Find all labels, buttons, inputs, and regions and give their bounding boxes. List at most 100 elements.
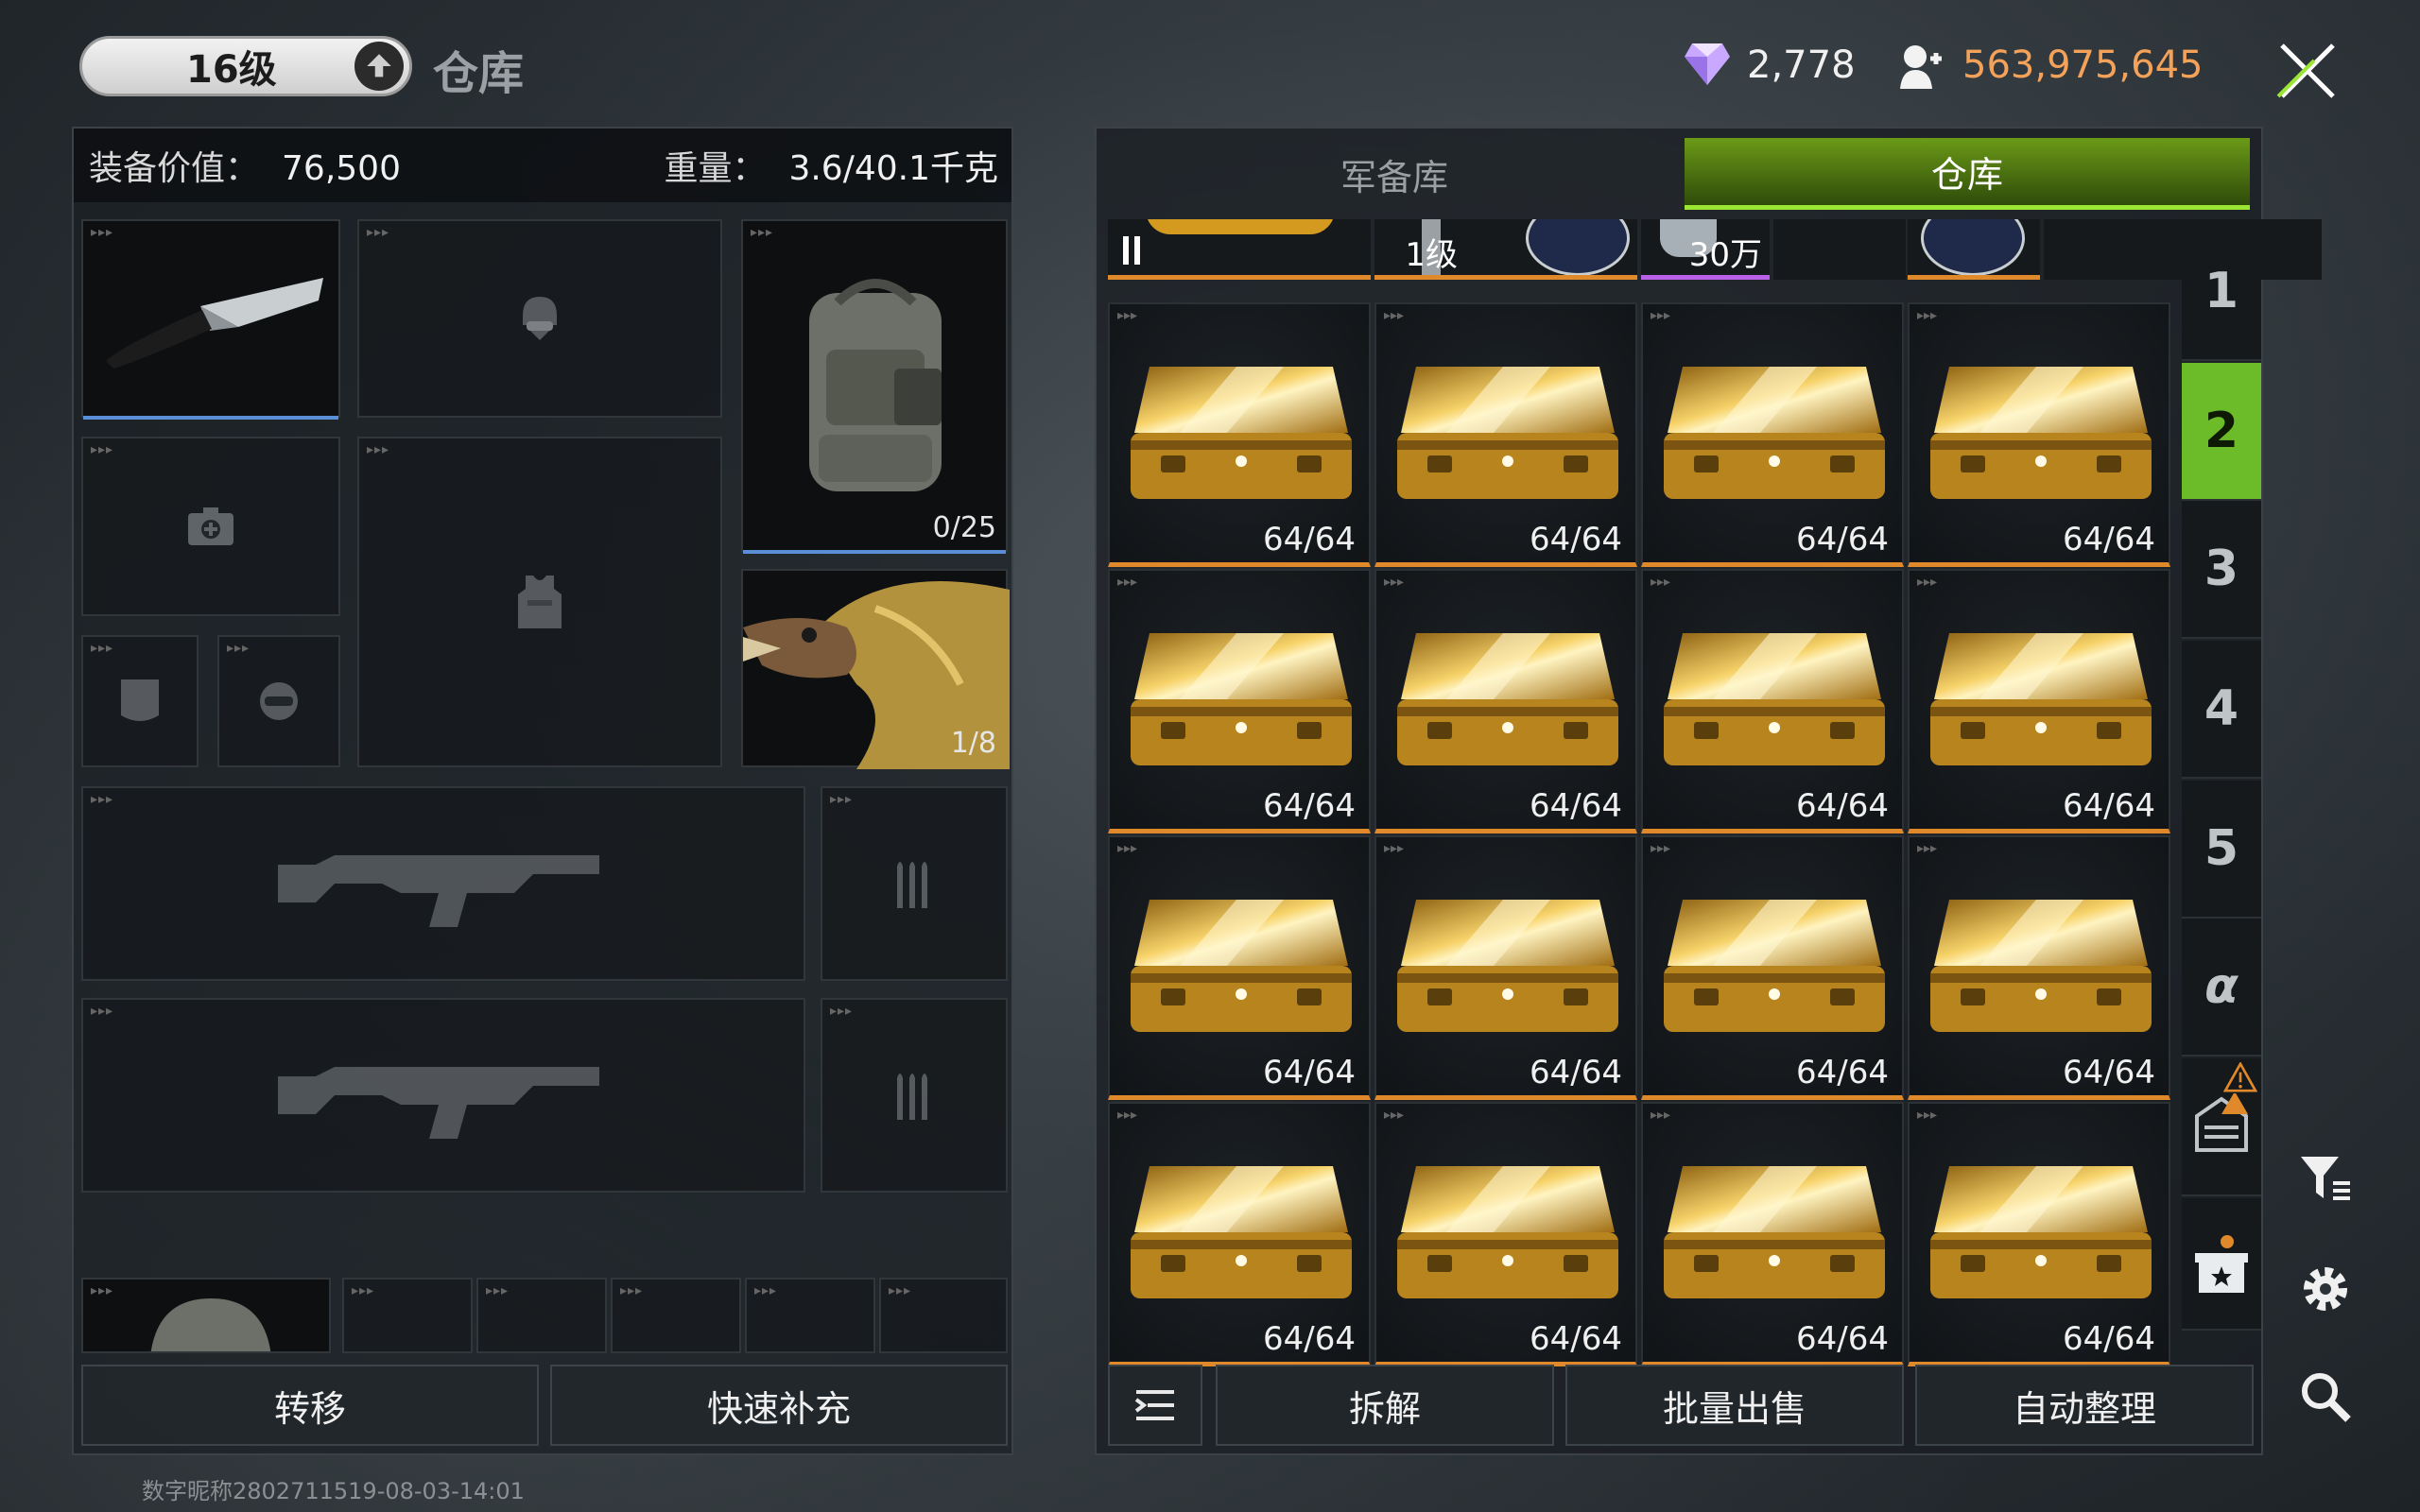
storage-item[interactable]: ▸▸▸ 64/64 [1908,302,2170,567]
item-quantity: 64/64 [1263,521,1356,558]
bag-content-slot[interactable]: ▸▸▸ [81,1278,331,1353]
page-tab-4[interactable]: 4 [2182,641,2261,779]
pause-icon [1123,236,1140,265]
armor-capacity: 1/8 [950,727,996,760]
slot-dots: ▸▸▸ [1917,1108,1938,1123]
storage-item[interactable]: ▸▸▸ 64/64 [1641,569,1904,833]
auto-sort-button[interactable]: 自动整理 [1915,1365,2254,1446]
bag-content-slot[interactable]: ▸▸▸ [879,1278,1008,1353]
plate-icon [121,679,159,721]
bag-content-slot[interactable]: ▸▸▸ [611,1278,741,1353]
item-quantity: 64/64 [1796,1054,1889,1091]
page-tab-2[interactable]: 2 [2182,363,2261,501]
slot-dots: ▸▸▸ [1117,841,1138,856]
gold-case-icon [1397,633,1618,765]
filter-icon[interactable] [2297,1151,2354,1208]
storage-item[interactable]: ▸▸▸ 64/64 [1908,835,2170,1100]
storage-item[interactable]: ▸▸▸ 64/64 [1374,302,1637,567]
vest-slot[interactable]: ▸▸▸ [357,437,722,767]
storage-item[interactable]: ▸▸▸ 64/64 [1374,1102,1637,1366]
tab-warehouse[interactable]: 仓库 [1685,138,2250,210]
quick-refill-button[interactable]: 快速补充 [550,1365,1008,1446]
page-tab-alpha[interactable]: α [2182,919,2261,1057]
item-quantity: 64/64 [1530,1054,1622,1091]
close-icon[interactable] [2265,28,2350,113]
user-id-watermark: 数字昵称2802711519-08-03-14:01 [142,1478,525,1504]
medkit-slot[interactable]: ▸▸▸ [81,437,340,616]
coin-icon [1900,45,1942,89]
slot-dots: ▸▸▸ [751,225,774,240]
secondary-weapon-slot[interactable]: ▸▸▸ [81,998,805,1193]
storage-item[interactable]: ▸▸▸ 64/64 [1641,1102,1904,1366]
gold-case-icon [1397,900,1618,1032]
page-tab-5[interactable]: 5 [2182,781,2261,919]
slot-dots: ▸▸▸ [620,1283,644,1298]
item-quantity: 64/64 [1530,1320,1622,1358]
storage-item[interactable]: ▸▸▸ 64/64 [1108,1102,1371,1366]
item-quantity: 64/64 [2063,1054,2155,1091]
search-icon[interactable] [2297,1368,2354,1425]
secondary-ammo-slot[interactable]: ▸▸▸ [821,998,1008,1193]
storage-item[interactable]: ▸▸▸ 64/64 [1374,569,1637,833]
primary-weapon-slot[interactable]: ▸▸▸ [81,786,805,981]
item-quantity: 64/64 [1263,787,1356,825]
slot-dots: ▸▸▸ [1651,1108,1671,1123]
bulk-sell-button[interactable]: 批量出售 [1565,1365,1904,1446]
bag-content-slot[interactable]: ▸▸▸ [342,1278,473,1353]
storage-item[interactable]: ▸▸▸ 64/64 [1908,1102,2170,1366]
list-menu-button[interactable] [1108,1365,1202,1446]
slot-dots: ▸▸▸ [1384,575,1405,590]
storage-item[interactable]: ▸▸▸ 64/64 [1908,569,2170,833]
armor-slot[interactable]: 1/8 [741,569,1010,769]
transfer-button[interactable]: 转移 [81,1365,539,1446]
slot-dots: ▸▸▸ [1117,1108,1138,1123]
bag-content-slot[interactable]: ▸▸▸ [476,1278,607,1353]
item-quantity: 64/64 [1796,787,1889,825]
page-tab-1[interactable]: 1 [2182,223,2261,361]
gold-case-icon [1930,367,2152,499]
item-quantity: 64/64 [1530,521,1622,558]
strip-item[interactable]: 1级 [1374,219,1637,280]
slot-dots: ▸▸▸ [486,1283,510,1298]
storage-item[interactable]: ▸▸▸ 64/64 [1108,569,1371,833]
helmet-icon [523,297,557,340]
backpack-slot[interactable]: ▸▸▸ 0/25 [741,219,1008,554]
item-quantity: 64/64 [1263,1320,1356,1358]
equipment-value-label: 装备价值： [89,149,260,188]
storage-item[interactable]: ▸▸▸ 64/64 [1108,302,1371,567]
gold-case-icon [1131,633,1352,765]
tab-armory[interactable]: 军备库 [1104,138,1685,210]
page-tab-special[interactable] [2182,1198,2261,1331]
storage-item[interactable]: ▸▸▸ 64/64 [1108,835,1371,1100]
melee-slot[interactable]: ▸▸▸ [81,219,340,420]
mask-icon [260,682,298,720]
dismantle-button[interactable]: 拆解 [1216,1365,1554,1446]
level-up-icon[interactable] [354,42,404,91]
item-price: 30万 [1688,236,1762,274]
primary-ammo-slot[interactable]: ▸▸▸ [821,786,1008,981]
face-mask-slot[interactable]: ▸▸▸ [217,635,340,767]
gear-icon[interactable] [2297,1261,2354,1317]
strip-item[interactable]: 30万 [1641,219,1770,280]
item-quantity: 64/64 [1796,521,1889,558]
slot-dots: ▸▸▸ [91,1004,114,1019]
plate-slot[interactable]: ▸▸▸ [81,635,199,767]
slot-dots: ▸▸▸ [367,225,390,240]
strip-item[interactable] [1773,219,1906,280]
medkit-icon [188,507,233,545]
strip-item[interactable] [1108,219,1371,280]
item-quantity: 64/64 [2063,521,2155,558]
bag-content-slot[interactable]: ▸▸▸ [745,1278,875,1353]
page-tab-3[interactable]: 3 [2182,501,2261,639]
storage-item[interactable]: ▸▸▸ 64/64 [1641,302,1904,567]
helmet-slot[interactable]: ▸▸▸ [357,219,722,418]
gold-case-icon [1664,1166,1885,1298]
storage-item[interactable]: ▸▸▸ 64/64 [1641,835,1904,1100]
level-badge[interactable]: 16级 [79,36,412,96]
gold-case-icon [1930,900,2152,1032]
slot-dots: ▸▸▸ [830,792,854,807]
strip-item[interactable] [1908,219,2040,280]
gold-item-edge [1146,219,1335,234]
level-label: 16级 [186,48,277,92]
storage-item[interactable]: ▸▸▸ 64/64 [1374,835,1637,1100]
